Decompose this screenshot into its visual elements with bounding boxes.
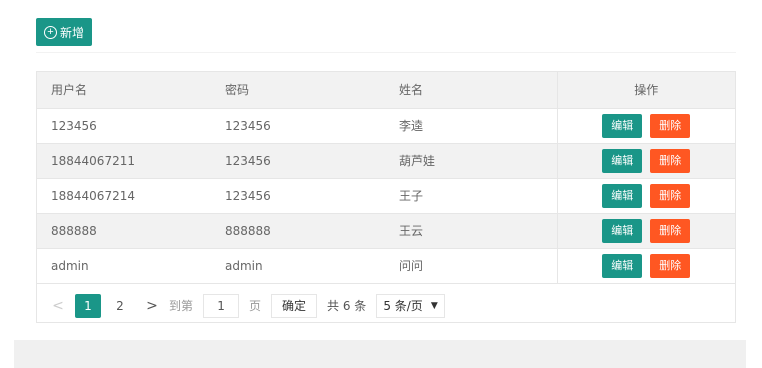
delete-button[interactable]: 删除 <box>650 183 691 208</box>
table-row: 18844067214 123456 王子 编辑 删除 <box>37 178 735 214</box>
total-count: 共 6 条 <box>327 299 367 313</box>
column-header-password: 密码 <box>211 72 385 109</box>
page-size-value: 5 条/页 <box>383 299 423 313</box>
cell-name: 王子 <box>385 178 557 214</box>
footer-band <box>14 340 746 368</box>
page-button-2[interactable]: 2 <box>107 294 133 318</box>
cell-actions: 编辑 删除 <box>556 143 735 179</box>
cell-name: 李逵 <box>385 108 557 144</box>
delete-button[interactable]: 删除 <box>650 113 691 138</box>
cell-password: 123456 <box>211 178 385 214</box>
goto-page-input[interactable] <box>203 293 240 318</box>
add-button[interactable]: + 新增 <box>36 18 92 46</box>
edit-button[interactable]: 编辑 <box>602 148 643 173</box>
column-header-actions: 操作 <box>556 72 735 109</box>
pagination: < 1 2 > 到第 页 确定 共 6 条 5 条/页 ▼ <box>37 288 735 323</box>
column-header-username: 用户名 <box>37 72 211 109</box>
add-button-label: 新增 <box>59 25 84 40</box>
delete-button[interactable]: 删除 <box>650 148 691 173</box>
cell-username: 18844067211 <box>37 143 211 179</box>
table-row: admin admin 问问 编辑 删除 <box>37 248 735 284</box>
delete-button[interactable]: 删除 <box>650 253 691 278</box>
edit-button[interactable]: 编辑 <box>602 253 643 278</box>
cell-password: 123456 <box>211 143 385 179</box>
cell-actions: 编辑 删除 <box>556 213 735 249</box>
table-header-row: 用户名 密码 姓名 操作 <box>37 72 735 109</box>
cell-username: 888888 <box>37 213 211 249</box>
page-unit-label: 页 <box>249 299 262 313</box>
table-row: 123456 123456 李逵 编辑 删除 <box>37 108 735 144</box>
edit-button[interactable]: 编辑 <box>602 218 643 243</box>
prev-page-icon[interactable]: < <box>47 295 69 317</box>
goto-confirm-button[interactable]: 确定 <box>271 293 318 318</box>
cell-password: admin <box>211 248 385 284</box>
goto-label: 到第 <box>169 299 194 313</box>
cell-actions: 编辑 删除 <box>556 248 735 284</box>
next-page-icon[interactable]: > <box>141 295 163 317</box>
column-header-name: 姓名 <box>385 72 557 109</box>
chevron-down-icon: ▼ <box>430 300 438 311</box>
cell-name: 问问 <box>385 248 557 284</box>
cell-name: 王云 <box>385 213 557 249</box>
page-size-select[interactable]: 5 条/页 ▼ <box>376 293 445 318</box>
cell-username: 18844067214 <box>37 178 211 214</box>
cell-actions: 编辑 删除 <box>556 108 735 144</box>
table-row: 18844067211 123456 葫芦娃 编辑 删除 <box>37 143 735 179</box>
plus-circle-icon: + <box>43 25 57 39</box>
user-table: 用户名 密码 姓名 操作 123456 123456 李逵 编辑 删除 18844… <box>36 71 736 323</box>
cell-password: 123456 <box>211 108 385 144</box>
cell-password: 888888 <box>211 213 385 249</box>
cell-name: 葫芦娃 <box>385 143 557 179</box>
delete-button[interactable]: 删除 <box>650 218 691 243</box>
cell-username: admin <box>37 248 211 284</box>
cell-actions: 编辑 删除 <box>556 178 735 214</box>
table-row: 888888 888888 王云 编辑 删除 <box>37 213 735 249</box>
edit-button[interactable]: 编辑 <box>602 183 643 208</box>
edit-button[interactable]: 编辑 <box>602 113 643 138</box>
divider <box>36 52 736 53</box>
page-button-1[interactable]: 1 <box>75 293 101 318</box>
cell-username: 123456 <box>37 108 211 144</box>
